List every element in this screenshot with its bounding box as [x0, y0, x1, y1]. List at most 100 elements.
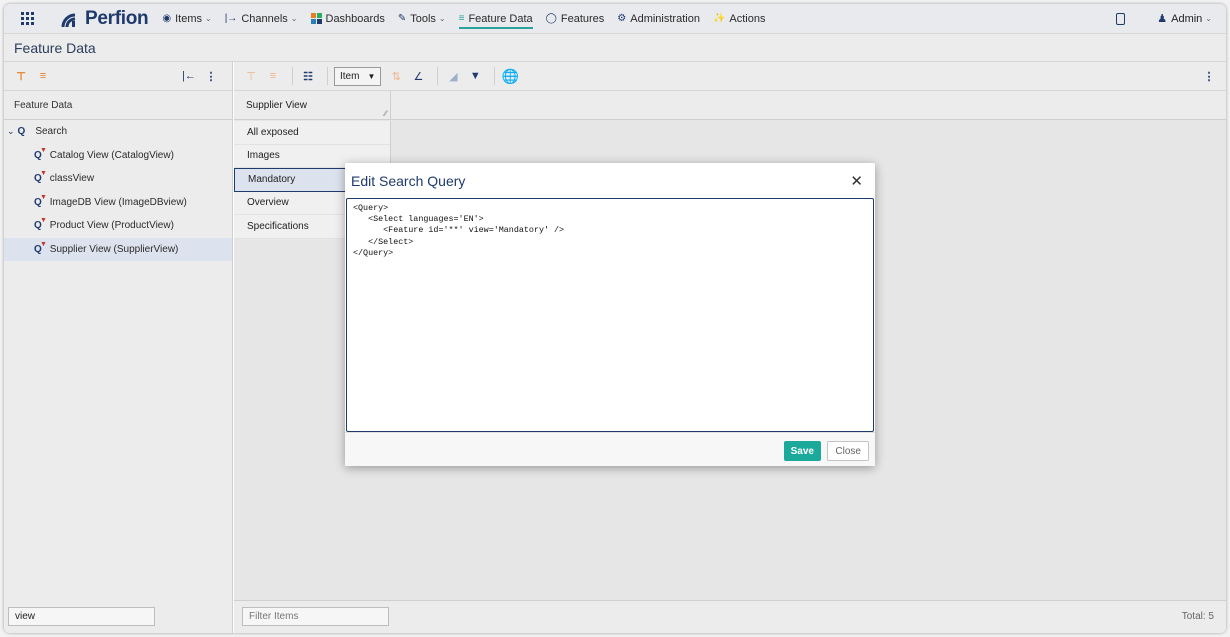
dialog-title: Edit Search Query — [351, 172, 466, 189]
nav-label: Channels — [241, 12, 288, 25]
item-type-value: Item — [340, 70, 360, 82]
brand-name: Perfion — [85, 7, 149, 29]
nav-label: Tools — [410, 12, 436, 25]
right-panel-header: Supplier View ∕∕ — [234, 90, 1226, 120]
nav-actions[interactable]: ✨ Actions — [713, 4, 766, 34]
filter-items-input[interactable] — [242, 607, 389, 626]
tree-label: Search — [35, 126, 68, 138]
left-toolbar: ⊤ ≡ |← ⋮ — [4, 62, 232, 91]
nav-label: Dashboards — [325, 12, 385, 25]
user-icon: ♟ — [1157, 13, 1168, 25]
chevron-down-icon: ⌄ — [290, 14, 298, 23]
nav-feature-data[interactable]: ≡ Feature Data — [458, 4, 533, 34]
nav-administration[interactable]: ⚙ Administration — [617, 4, 700, 34]
left-panel-header: Feature Data — [4, 91, 232, 120]
saved-query-icon: Q ▼ — [34, 146, 47, 161]
column-header-label: Supplier View — [246, 99, 307, 111]
dialog-header: Edit Search Query ✕ — [345, 163, 875, 198]
tree-label: classView — [49, 173, 95, 185]
close-icon[interactable]: ✕ — [850, 172, 863, 190]
more-options-icon[interactable]: ⋮ — [202, 67, 220, 85]
nav-items[interactable]: ◉ Items ⌄ — [162, 4, 211, 34]
actions-icon: ✨ — [712, 13, 726, 24]
tree-root-search[interactable]: ⌄ Q Search — [4, 120, 232, 144]
edit-search-query-dialog: Edit Search Query ✕ <Query> <Select lang… — [345, 163, 875, 466]
caret-down-icon: ▼ — [367, 71, 376, 81]
user-name: Admin — [1171, 12, 1203, 25]
nav-right: ♟ Admin ⌄ — [1116, 12, 1226, 25]
total-count: Total: 5 — [1181, 611, 1214, 622]
database-icon: ◯ — [545, 13, 557, 24]
close-button[interactable]: Close — [827, 441, 869, 461]
toolbar-divider — [437, 67, 439, 85]
collapse-panel-icon[interactable]: |← — [180, 67, 198, 85]
toolbar-divider — [494, 67, 496, 85]
column-header[interactable]: Supplier View ∕∕ — [234, 90, 391, 120]
nav-tools[interactable]: ✎ Tools ⌄ — [398, 4, 446, 34]
page-title: Feature Data — [4, 34, 1226, 62]
user-menu[interactable]: ♟ Admin ⌄ — [1157, 12, 1212, 26]
list-item[interactable]: All exposed — [234, 121, 390, 145]
nav-label: Administration — [630, 12, 700, 25]
channels-icon: |→ — [224, 13, 238, 24]
wrench-icon: ✎ — [397, 13, 407, 24]
dialog-footer: Save Close — [345, 432, 875, 466]
chevron-down-icon[interactable]: ⌄ — [7, 126, 15, 137]
dashboard-icon — [310, 13, 322, 24]
nav-channels[interactable]: |→ Channels ⌄ — [225, 4, 298, 34]
tree-search-input[interactable] — [8, 607, 155, 626]
nav-features[interactable]: ◯ Features — [546, 4, 605, 34]
tree-item-catalog-view[interactable]: Q ▼ Catalog View (CatalogView) — [4, 144, 232, 168]
tree-view-icon[interactable]: ⊤ — [12, 67, 30, 85]
item-type-select[interactable]: Item ▼ — [334, 66, 382, 86]
tree-item-supplier-view[interactable]: Q ▼ Supplier View (SupplierView) — [4, 237, 232, 261]
toolbar-divider — [327, 67, 328, 85]
globe-icon[interactable]: 🌐 — [501, 67, 519, 85]
left-panel: ⊤ ≡ |← ⋮ Feature Data ⌄ Q Search Q ▼ Cata… — [4, 62, 233, 633]
sort-icon[interactable]: ⇅ — [387, 67, 405, 85]
top-nav: Perfion ◉ Items ⌄ |→ Channels ⌄ Dashboar… — [4, 4, 1226, 34]
list-view-icon[interactable]: ≡ — [34, 67, 52, 85]
tree-view-icon[interactable]: ⊤ — [242, 67, 260, 85]
list-view-icon[interactable]: ≡ — [264, 67, 282, 85]
clear-filter-icon[interactable]: ◢ — [444, 67, 462, 85]
saved-query-icon: Q ▼ — [34, 193, 47, 208]
apps-grid-icon[interactable] — [21, 11, 35, 26]
search-icon: Q — [17, 126, 26, 138]
tree-label: Catalog View (CatalogView) — [49, 149, 174, 161]
chevron-down-icon: ⌄ — [205, 14, 212, 23]
tree-item-class-view[interactable]: Q ▼ classView — [4, 167, 232, 191]
cube-icon: ◉ — [162, 13, 172, 24]
query-editor[interactable]: <Query> <Select languages='EN'> <Feature… — [346, 198, 874, 432]
toolbar-divider — [292, 67, 293, 85]
nav-dashboards[interactable]: Dashboards — [310, 4, 385, 34]
tree-label: Supplier View (SupplierView) — [49, 243, 179, 255]
saved-query-icon: Q ▼ — [34, 170, 47, 185]
chevron-down-icon: ⌄ — [438, 14, 446, 23]
right-footer: Total: 5 — [234, 600, 1226, 633]
app-window: Perfion ◉ Items ⌄ |→ Channels ⌄ Dashboar… — [4, 4, 1226, 633]
edit-pen-icon[interactable]: ∠ — [409, 67, 427, 85]
nav-label: Features — [560, 12, 605, 25]
clipboard-icon[interactable] — [1116, 12, 1126, 25]
tree-item-product-view[interactable]: Q ▼ Product View (ProductView) — [4, 214, 232, 238]
nav-label: Feature Data — [468, 12, 533, 25]
chevron-down-icon: ⌄ — [1205, 14, 1212, 23]
more-options-icon[interactable]: ⋮ — [1200, 67, 1218, 85]
brand-logo[interactable]: Perfion — [59, 7, 149, 30]
tree-item-imagedb-view[interactable]: Q ▼ ImageDB View (ImageDBview) — [4, 191, 232, 215]
perfion-logo-icon — [61, 13, 76, 27]
resize-grip-icon[interactable]: ∕∕ — [384, 109, 387, 118]
filter-icon[interactable]: ▼ — [466, 67, 484, 85]
saved-query-icon: Q ▼ — [34, 217, 47, 232]
right-toolbar: ⊤ ≡ ☷ Item ▼ ⇅ ∠ ◢ ▼ 🌐 ⋮ — [234, 62, 1226, 91]
feature-data-icon: ≡ — [458, 13, 465, 24]
nav-label: Items — [175, 12, 202, 25]
nav-label: Actions — [729, 12, 766, 25]
saved-query-icon: Q ▼ — [34, 240, 47, 255]
tree-label: ImageDB View (ImageDBview) — [49, 196, 187, 208]
save-button[interactable]: Save — [783, 441, 821, 461]
gear-icon: ⚙ — [617, 13, 627, 24]
columns-grid-icon[interactable]: ☷ — [299, 67, 317, 85]
tree-label: Product View (ProductView) — [49, 220, 174, 232]
